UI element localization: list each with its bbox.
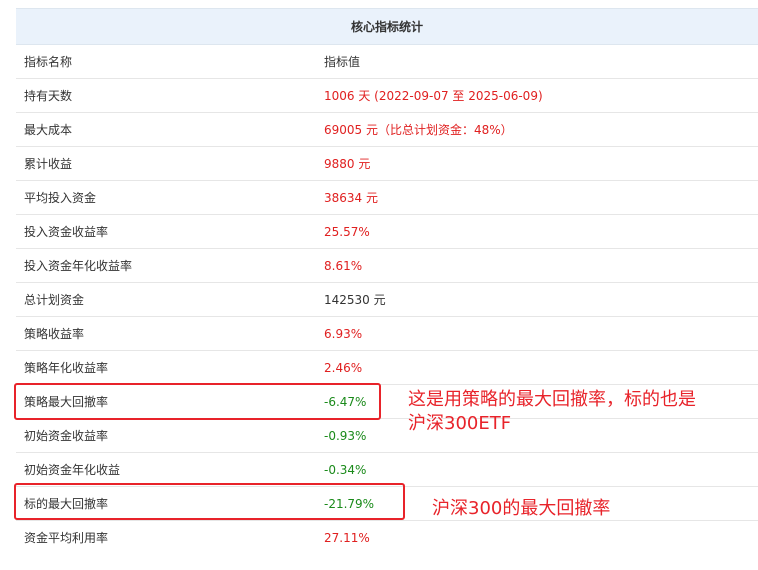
table-row: 投入资金年化收益率 8.61% — [16, 249, 758, 283]
metric-name: 持有天数 — [24, 89, 73, 103]
metric-value: 27.11% — [324, 530, 370, 545]
metric-value: 38634 元 — [324, 191, 378, 205]
table-row: 累计收益 9880 元 — [16, 147, 758, 181]
metric-value: 8.61% — [324, 258, 363, 273]
metric-name: 初始资金年化收益 — [24, 463, 121, 477]
metric-name: 最大成本 — [24, 123, 73, 137]
metric-value: -0.34% — [324, 462, 367, 477]
table-row: 平均投入资金 38634 元 — [16, 181, 758, 215]
table-header-row: 指标名称 指标值 — [16, 45, 758, 79]
annotation-line: 这是用策略的最大回撤率，标的也是 — [408, 389, 696, 410]
metric-name: 资金平均利用率 — [24, 531, 109, 545]
annotation-strategy-note: 这是用策略的最大回撤率，标的也是 沪深300ETF — [408, 388, 696, 436]
metric-value: 69005 元（比总计划资金：48%） — [324, 123, 513, 137]
table-row: 投入资金收益率 25.57% — [16, 215, 758, 249]
metric-name: 累计收益 — [24, 157, 73, 171]
header-value: 指标值 — [324, 55, 361, 69]
metric-name: 投入资金年化收益率 — [24, 259, 133, 273]
highlight-box-underlying-drawdown — [14, 483, 405, 520]
annotation-line: 沪深300的最大回撤率 — [432, 498, 611, 519]
table-row: 资金平均利用率 27.11% — [16, 521, 758, 554]
metric-value: 25.57% — [324, 224, 370, 239]
metric-value: 142530 元 — [324, 293, 386, 307]
metric-value: 6.93% — [324, 326, 363, 341]
table-title: 核心指标统计 — [16, 8, 758, 45]
table-row: 持有天数 1006 天 (2022-09-07 至 2025-06-09) — [16, 79, 758, 113]
metric-value: -0.93% — [324, 428, 367, 443]
highlight-box-strategy-drawdown — [14, 383, 381, 420]
metric-value: 9880 元 — [324, 157, 371, 171]
annotation-underlying-note: 沪深300的最大回撤率 — [432, 497, 610, 521]
table-row: 策略收益率 6.93% — [16, 317, 758, 351]
table-row: 策略年化收益率 2.46% — [16, 351, 758, 385]
metric-value: 2.46% — [324, 360, 363, 375]
metric-name: 总计划资金 — [24, 293, 85, 307]
table-row: 最大成本 69005 元（比总计划资金：48%） — [16, 113, 758, 147]
metric-name: 初始资金收益率 — [24, 429, 109, 443]
core-metrics-table: 核心指标统计 指标名称 指标值 持有天数 1006 天 (2022-09-07 … — [16, 8, 758, 554]
metric-name: 策略年化收益率 — [24, 361, 109, 375]
table-row: 初始资金年化收益 -0.34% — [16, 453, 758, 487]
header-name: 指标名称 — [24, 55, 73, 69]
annotation-line: 沪深300ETF — [408, 413, 512, 434]
metric-name: 投入资金收益率 — [24, 225, 109, 239]
metric-value: 1006 天 (2022-09-07 至 2025-06-09) — [324, 89, 543, 103]
table-row: 总计划资金 142530 元 — [16, 283, 758, 317]
metric-name: 平均投入资金 — [24, 191, 97, 205]
metric-name: 策略收益率 — [24, 327, 85, 341]
